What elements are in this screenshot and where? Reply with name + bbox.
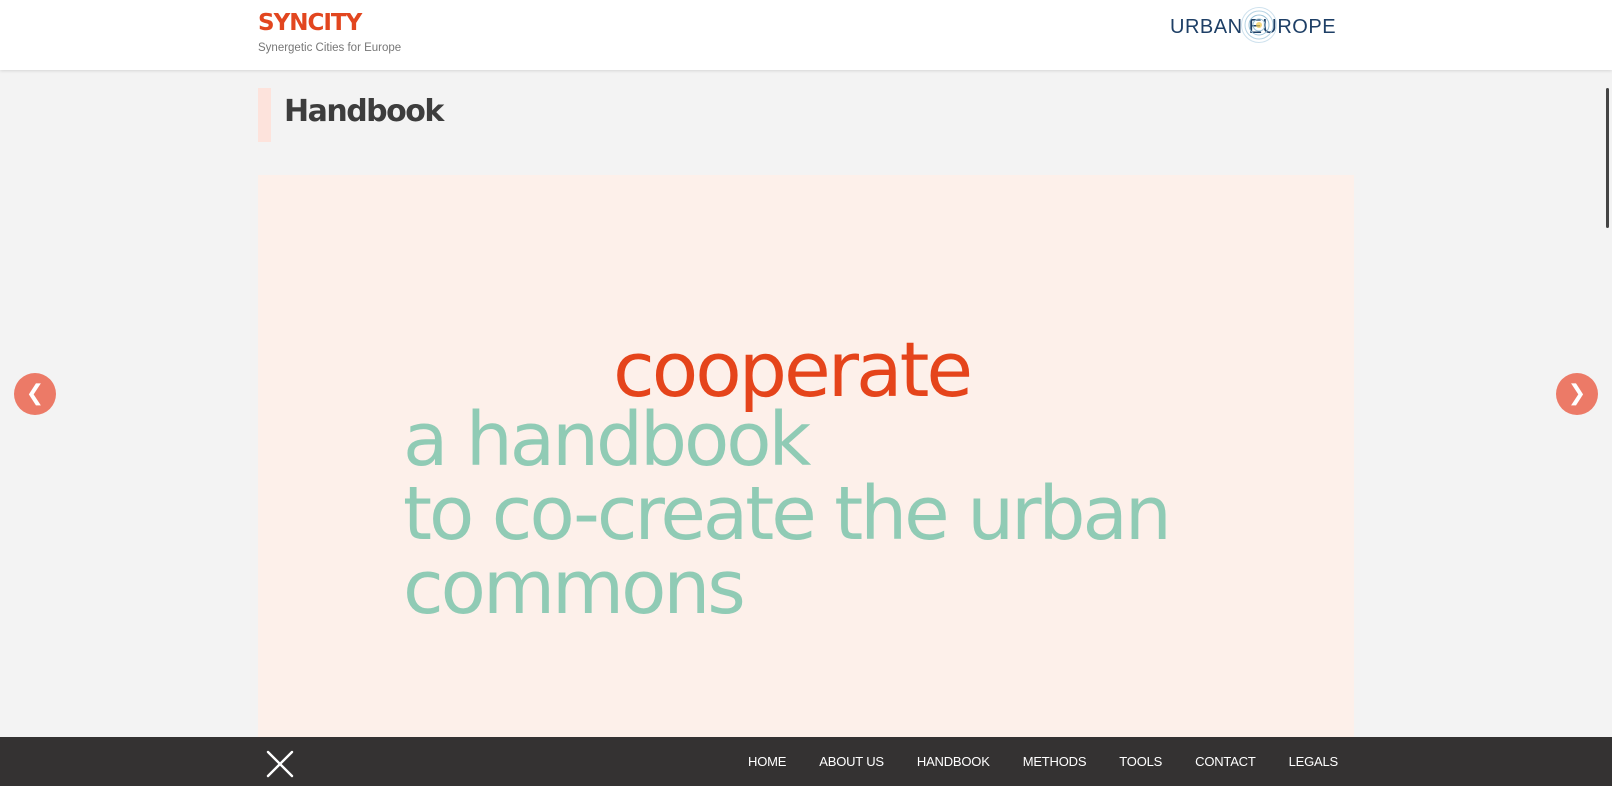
nav-item-home[interactable]: HOME — [748, 754, 786, 769]
slider-prev-button[interactable]: ❮ — [14, 373, 56, 415]
slider-next-button[interactable]: ❯ — [1556, 373, 1598, 415]
nav-item-legals[interactable]: LEGALS — [1289, 754, 1339, 769]
close-icon — [266, 750, 294, 778]
handbook-slider[interactable]: cooperate a handbook to co-create the ur… — [258, 175, 1354, 737]
nav-item-tools[interactable]: TOOLS — [1119, 754, 1162, 769]
nav-item-contact[interactable]: CONTACT — [1195, 754, 1256, 769]
logo-rings-icon — [1241, 7, 1277, 43]
nav-item-about-us[interactable]: ABOUT US — [819, 754, 884, 769]
page-scrollbar-thumb[interactable] — [1606, 88, 1609, 228]
title-accent-bar — [258, 88, 271, 142]
close-menu-button[interactable] — [266, 750, 294, 778]
brand-title: SYNCITY — [258, 10, 362, 36]
page-title: Handbook — [284, 94, 444, 129]
slide-line: commons — [403, 545, 746, 631]
site-brand[interactable]: SYNCITY Synergetic Cities for Europe — [258, 8, 401, 54]
footer-nav: HOME ABOUT US HANDBOOK METHODS TOOLS CON… — [715, 737, 1338, 786]
chevron-left-icon: ❮ — [25, 381, 45, 406]
site-header: SYNCITY Synergetic Cities for Europe URB… — [0, 0, 1612, 70]
nav-item-handbook[interactable]: HANDBOOK — [917, 754, 990, 769]
nav-item-methods[interactable]: METHODS — [1023, 754, 1087, 769]
chevron-right-icon: ❯ — [1567, 381, 1587, 406]
brand-subtitle: Synergetic Cities for Europe — [258, 42, 402, 54]
urban-europe-logo[interactable]: URBAN EUROPE — [1170, 6, 1352, 44]
